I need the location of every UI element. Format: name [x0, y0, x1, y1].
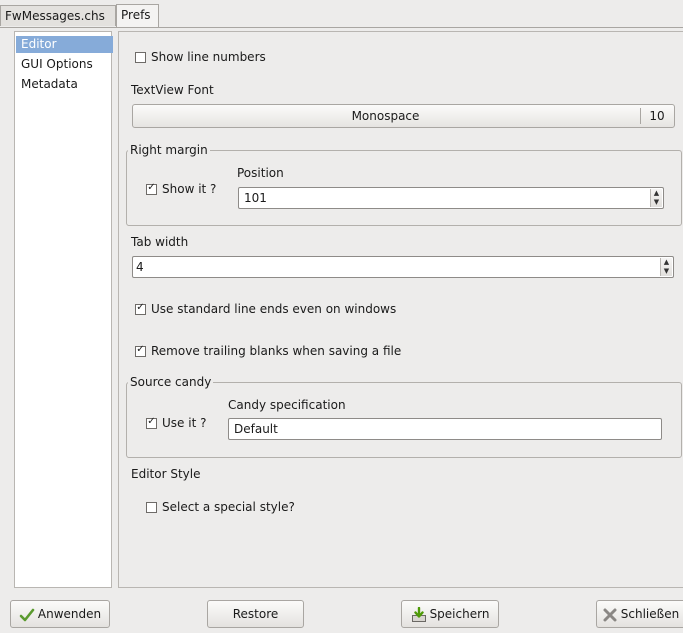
- save-button[interactable]: Speichern: [401, 600, 499, 628]
- tab-label: Prefs: [121, 8, 151, 22]
- tab-width-value: 4: [136, 260, 144, 274]
- font-size: 10: [649, 109, 665, 123]
- sidebar-item-label: Metadata: [21, 77, 78, 91]
- source-candy-use-checkbox[interactable]: ✓: [146, 416, 157, 429]
- position-label: Position: [237, 166, 284, 180]
- apply-button[interactable]: Anwenden: [10, 600, 110, 628]
- font-button-separator: [640, 108, 641, 124]
- sidebar-item-label: Editor: [21, 37, 57, 51]
- sidebar-item-metadata[interactable]: Metadata: [16, 76, 113, 93]
- font-picker-button[interactable]: Monospace 10: [132, 104, 675, 128]
- tab-prefs[interactable]: Prefs: [116, 4, 159, 27]
- close-icon: [603, 608, 617, 621]
- right-margin-show-checkbox[interactable]: ✓: [146, 182, 157, 195]
- right-margin-title: Right margin: [128, 142, 210, 158]
- tab-label: FwMessages.chs: [5, 9, 105, 23]
- margin-position-value: 101: [244, 191, 267, 205]
- show-line-numbers-label: Show line numbers: [151, 50, 266, 64]
- spin-down-icon[interactable]: ▼: [651, 198, 662, 207]
- close-button-label: Schließen: [620, 607, 680, 621]
- remove-trailing-blanks-checkbox[interactable]: ✓: [135, 344, 146, 357]
- sidebar-item-label: GUI Options: [21, 57, 93, 71]
- source-candy-title: Source candy: [128, 374, 214, 390]
- sidebar-item-gui-options[interactable]: GUI Options: [16, 56, 113, 73]
- checkmark-icon: [19, 608, 35, 621]
- tab-width-label: Tab width: [131, 235, 189, 249]
- restore-button[interactable]: Restore: [207, 600, 304, 628]
- save-icon: [411, 606, 426, 622]
- font-name: Monospace: [351, 109, 420, 123]
- source-candy-use-label: Use it ?: [162, 416, 207, 430]
- remove-trailing-blanks-label: Remove trailing blanks when saving a fil…: [151, 344, 402, 358]
- tab-divider: [0, 27, 683, 28]
- textview-font-label: TextView Font: [131, 83, 214, 97]
- margin-position-spinbutton[interactable]: 101 ▲ ▼: [238, 187, 664, 209]
- save-button-label: Speichern: [429, 607, 490, 621]
- check-mark-icon: ✓: [136, 302, 145, 313]
- candy-spec-input[interactable]: Default: [228, 418, 662, 440]
- prefs-category-list: Editor GUI Options Metadata: [14, 31, 113, 588]
- candy-spec-label: Candy specification: [228, 398, 346, 412]
- spin-up-icon[interactable]: ▲: [661, 258, 672, 267]
- tab-width-spinbutton[interactable]: 4 ▲ ▼: [132, 256, 674, 278]
- restore-button-label: Restore: [232, 607, 279, 621]
- tab-fwmessages[interactable]: FwMessages.chs: [0, 5, 116, 26]
- show-line-numbers-checkbox[interactable]: [135, 52, 146, 63]
- candy-spec-value: Default: [234, 422, 278, 436]
- right-margin-show-label: Show it ?: [162, 182, 217, 196]
- check-mark-icon: ✓: [147, 416, 156, 427]
- spin-up-icon[interactable]: ▲: [651, 189, 662, 198]
- check-mark-icon: ✓: [136, 344, 145, 355]
- spin-arrows[interactable]: ▲ ▼: [650, 189, 662, 207]
- special-style-label: Select a special style?: [162, 500, 295, 514]
- spin-arrows[interactable]: ▲ ▼: [660, 258, 672, 276]
- standard-line-ends-label: Use standard line ends even on windows: [151, 302, 397, 316]
- special-style-checkbox[interactable]: [146, 502, 157, 513]
- standard-line-ends-checkbox[interactable]: ✓: [135, 302, 146, 315]
- check-mark-icon: ✓: [147, 182, 156, 193]
- sidebar-item-editor[interactable]: Editor: [16, 36, 113, 53]
- close-button[interactable]: Schließen: [596, 600, 683, 628]
- editor-style-label: Editor Style: [131, 467, 201, 481]
- spin-down-icon[interactable]: ▼: [661, 267, 672, 276]
- apply-button-label: Anwenden: [37, 607, 102, 621]
